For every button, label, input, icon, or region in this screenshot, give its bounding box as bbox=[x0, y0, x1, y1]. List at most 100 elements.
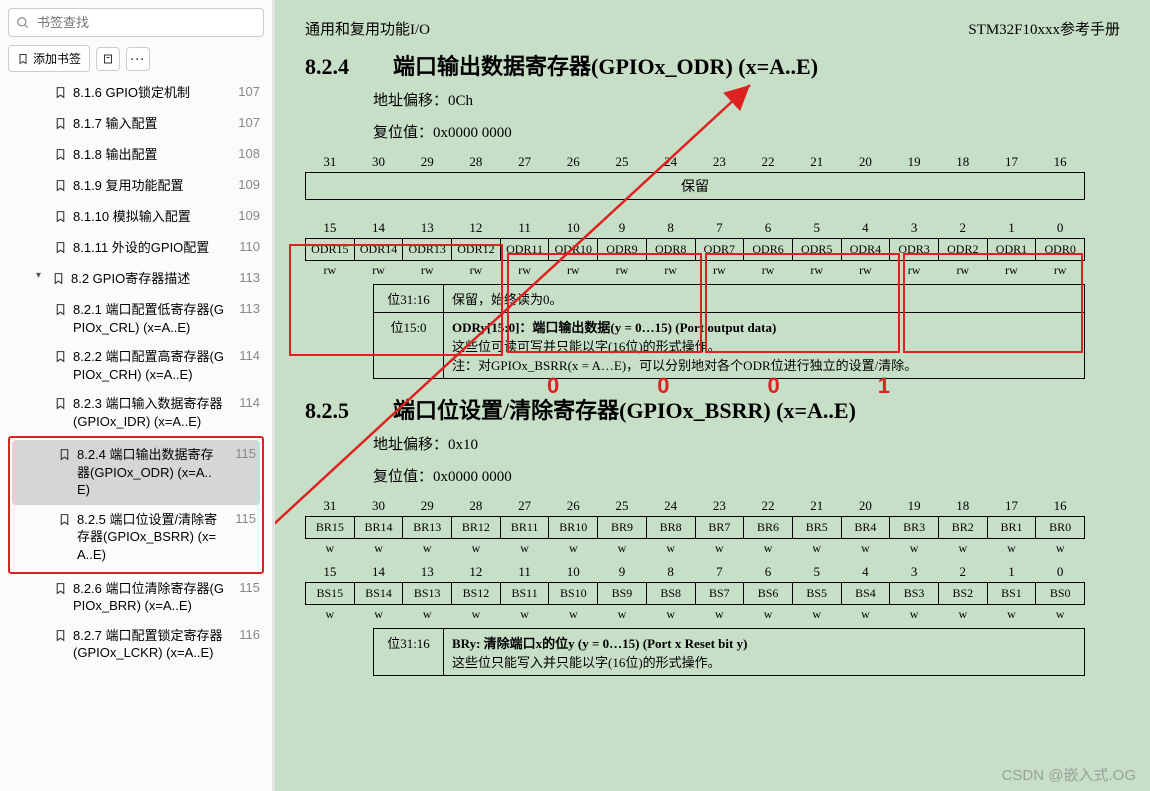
bookmark-icon bbox=[54, 349, 67, 367]
bookmark-item[interactable]: 8.2.2 端口配置高寄存器(GPIOx_CRH) (x=A..E) 114 bbox=[8, 342, 264, 389]
digits-overlay: 0 0 0 1 bbox=[547, 368, 928, 400]
bit-cell: 5 bbox=[792, 562, 841, 583]
bit-cell: 4 bbox=[841, 562, 890, 583]
bit-cell: w bbox=[598, 539, 647, 559]
bit-cell: BR7 bbox=[695, 517, 744, 539]
bit-cell: 11 bbox=[500, 562, 549, 583]
bookmark-item[interactable]: 8.1.8 输出配置108 bbox=[8, 140, 264, 171]
bit-cell: BS9 bbox=[598, 583, 647, 605]
bookmark-page: 114 bbox=[239, 395, 260, 410]
bit-cell: ODR5 bbox=[792, 239, 841, 261]
bit-cell: 23 bbox=[695, 496, 744, 517]
bit-cell: BR14 bbox=[354, 517, 403, 539]
bit-cell: rw bbox=[744, 261, 793, 281]
bit-cell: BR13 bbox=[403, 517, 452, 539]
bit-cell: 6 bbox=[744, 562, 793, 583]
bookmark-item[interactable]: 8.1.11 外设的GPIO配置110 bbox=[8, 233, 264, 264]
bit-cell: 15 bbox=[306, 218, 355, 239]
bookmark-page: 110 bbox=[239, 239, 260, 254]
bookmark-item[interactable]: 8.1.6 GPIO锁定机制 107 bbox=[8, 78, 264, 109]
bookmark-icon bbox=[54, 240, 67, 258]
bookmark-item[interactable]: 8.2.5 端口位设置/清除寄存器(GPIOx_BSRR) (x=A..E)11… bbox=[12, 505, 260, 570]
bit-cell: 30 bbox=[354, 496, 403, 517]
header-left: 通用和复用功能I/O bbox=[305, 18, 430, 39]
bit-cell: w bbox=[792, 605, 841, 625]
section-824-title: 8.2.4 端口输出数据寄存器(GPIOx_ODR) (x=A..E) bbox=[305, 49, 1120, 81]
bit-cell: w bbox=[1036, 605, 1085, 625]
desc-val-1: 保留，始终读为0。 bbox=[444, 285, 1085, 313]
bit-cell: BS3 bbox=[890, 583, 939, 605]
add-bookmark-button[interactable]: 添加书签 bbox=[8, 45, 90, 72]
desc-val-3: BRy: 清除端口x的位y (y = 0…15) (Port x Reset b… bbox=[444, 629, 1085, 676]
bit-cell: BS11 bbox=[500, 583, 549, 605]
bit-cell: rw bbox=[1036, 261, 1085, 281]
bookmark-page: 107 bbox=[238, 84, 260, 99]
caret-icon: ▾ bbox=[36, 270, 46, 281]
bit-cell: rw bbox=[792, 261, 841, 281]
bit-cell: w bbox=[1036, 539, 1085, 559]
bit-cell: 14 bbox=[354, 218, 403, 239]
bit-cell: BS2 bbox=[938, 583, 987, 605]
bit-cell: ODR6 bbox=[744, 239, 793, 261]
bookmark-label: 8.2.2 端口配置高寄存器(GPIOx_CRH) (x=A..E) bbox=[73, 348, 227, 383]
bit-cell: w bbox=[695, 539, 744, 559]
bit-cell: 7 bbox=[695, 218, 744, 239]
bookmark-item[interactable]: 8.1.7 输入配置107 bbox=[8, 109, 264, 140]
bookmark-item[interactable]: 8.2.3 端口输入数据寄存器(GPIOx_IDR) (x=A..E)114 bbox=[8, 389, 264, 436]
bit-cell: ODR7 bbox=[695, 239, 744, 261]
bit-cell: 2 bbox=[938, 218, 987, 239]
bit-cell: 23 bbox=[695, 152, 744, 173]
bit-cell: ODR4 bbox=[841, 239, 890, 261]
more-button[interactable]: ··· bbox=[126, 47, 150, 71]
bit-cell: 7 bbox=[695, 562, 744, 583]
bookmark-icon bbox=[54, 396, 67, 414]
bit-cell: w bbox=[744, 539, 793, 559]
bookmark-page: 113 bbox=[239, 270, 260, 285]
bookmark-item[interactable]: 8.2.6 端口位清除寄存器(GPIOx_BRR) (x=A..E)115 bbox=[8, 574, 264, 621]
bit-cell: rw bbox=[452, 261, 501, 281]
bit-cell: 19 bbox=[890, 496, 939, 517]
bit-cell: 0 bbox=[1036, 562, 1085, 583]
bookmark-page: 115 bbox=[239, 580, 260, 595]
bit-cell: 11 bbox=[500, 218, 549, 239]
bit-cell: ODR3 bbox=[890, 239, 939, 261]
header-right: STM32F10xxx参考手册 bbox=[968, 18, 1120, 39]
bit-cell: 13 bbox=[403, 218, 452, 239]
bookmark-icon bbox=[54, 85, 67, 103]
bit-cell: 1 bbox=[987, 218, 1036, 239]
bit-cell: 16 bbox=[1036, 496, 1085, 517]
search-input[interactable] bbox=[8, 8, 264, 37]
bit-cell: rw bbox=[987, 261, 1036, 281]
reset-val-825: 复位值：0x0000 0000 bbox=[373, 465, 1120, 491]
bookmark-item[interactable]: 8.1.9 复用功能配置109 bbox=[8, 171, 264, 202]
bit-cell: 31 bbox=[306, 152, 355, 173]
bit-cell: rw bbox=[646, 261, 695, 281]
bookmark-item[interactable]: 8.2.4 端口输出数据寄存器(GPIOx_ODR) (x=A..E)115 bbox=[12, 440, 260, 505]
bit-cell: rw bbox=[549, 261, 598, 281]
bit-cell: 20 bbox=[841, 496, 890, 517]
bookmark-item[interactable]: 8.2.1 端口配置低寄存器(GPIOx_CRL) (x=A..E)113 bbox=[8, 295, 264, 342]
reserved-cell: 保留 bbox=[306, 173, 1085, 200]
bookmark-item[interactable]: 8.2.7 端口配置锁定寄存器(GPIOx_LCKR) (x=A..E)116 bbox=[8, 621, 264, 668]
collapse-all-button[interactable] bbox=[96, 47, 120, 71]
bit-cell: rw bbox=[354, 261, 403, 281]
desc-key-1: 位31:16 bbox=[374, 285, 444, 313]
bit-cell: 18 bbox=[938, 496, 987, 517]
bit-cell: 24 bbox=[646, 496, 695, 517]
bookmark-page: 107 bbox=[238, 115, 260, 130]
bookmark-item[interactable]: 8.1.10 模拟输入配置109 bbox=[8, 202, 264, 233]
document-page: 通用和复用功能I/O STM32F10xxx参考手册 8.2.4 端口输出数据寄… bbox=[275, 0, 1150, 791]
bookmark-icon bbox=[54, 147, 67, 165]
bookmark-label: 8.1.6 GPIO锁定机制 bbox=[73, 84, 226, 102]
bookmark-item[interactable]: ▾8.2 GPIO寄存器描述113 bbox=[8, 264, 264, 295]
bit-cell: BR2 bbox=[938, 517, 987, 539]
bit-cell: w bbox=[354, 539, 403, 559]
bit-cell: w bbox=[744, 605, 793, 625]
bookmark-page: 114 bbox=[239, 348, 260, 363]
bit-cell: BS14 bbox=[354, 583, 403, 605]
bookmark-page: 115 bbox=[235, 446, 256, 461]
bit-cell: 25 bbox=[598, 152, 647, 173]
bookmark-list[interactable]: 8.1.6 GPIO锁定机制1078.1.7 输入配置1078.1.8 输出配置… bbox=[8, 78, 264, 791]
bit-cell: ODR10 bbox=[549, 239, 598, 261]
bit-cell: w bbox=[646, 605, 695, 625]
